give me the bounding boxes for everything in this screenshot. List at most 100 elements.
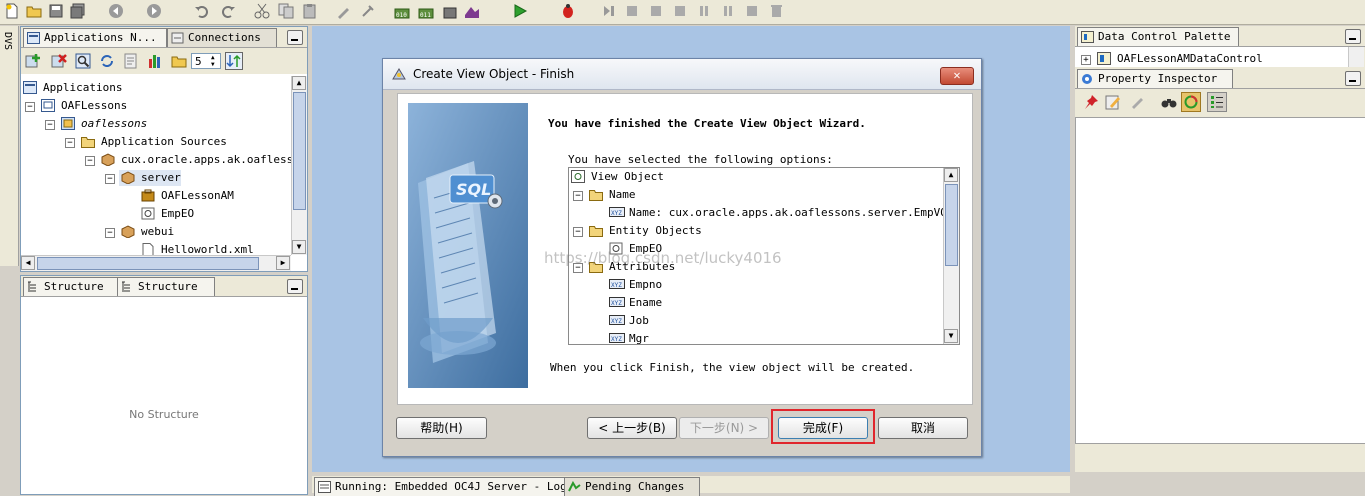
tree-node[interactable]: − cux.oracle.apps.ak.oaflesson — [85, 152, 291, 168]
collapse-icon[interactable]: − — [105, 228, 115, 238]
step-out-icon[interactable] — [672, 3, 688, 19]
tree-node[interactable]: − Application Sources — [65, 134, 285, 150]
collapse-icon[interactable]: − — [45, 120, 55, 130]
back-button[interactable]: < 上一步(B) — [587, 417, 677, 439]
tab-applications-navigator[interactable]: Applications N... — [23, 28, 167, 47]
tree-node[interactable]: − oaflessons — [45, 116, 285, 132]
clean-icon[interactable] — [442, 3, 458, 19]
scroll-down-icon[interactable]: ▼ — [944, 329, 958, 343]
step-over-icon[interactable] — [648, 3, 664, 19]
make-icon[interactable] — [464, 3, 480, 19]
paste-icon[interactable] — [302, 3, 318, 19]
tab-running-log[interactable]: Running: Embedded OC4J Server - Log — [314, 477, 568, 496]
xml-file-icon — [142, 243, 154, 255]
options-tree[interactable]: View Object − Name XYZ Name: cux.oracle.… — [568, 167, 960, 345]
sort-icon[interactable] — [225, 52, 243, 70]
tree-node[interactable]: − OAFLessons — [25, 98, 285, 114]
undo-icon[interactable] — [194, 3, 210, 19]
scroll-left-icon[interactable]: ◀ — [21, 256, 35, 270]
collapse-icon[interactable]: − — [573, 263, 583, 273]
navigator-horizontal-scrollbar[interactable]: ◀ ▶ — [21, 255, 291, 271]
forward-icon[interactable] — [146, 3, 162, 19]
pin-icon[interactable] — [1083, 94, 1099, 110]
help-button[interactable]: 帮助(H) — [396, 417, 487, 439]
pause-icon[interactable] — [720, 3, 736, 19]
palette-scrollbar[interactable] — [1348, 47, 1364, 67]
collapse-icon[interactable]: − — [573, 191, 583, 201]
redo-icon[interactable] — [220, 3, 236, 19]
delete-icon[interactable] — [51, 53, 67, 69]
collapse-icon[interactable]: − — [65, 138, 75, 148]
binoculars-icon[interactable] — [1161, 94, 1177, 110]
tree-node[interactable]: EmpEO — [141, 206, 281, 222]
terminate-icon[interactable] — [768, 3, 784, 19]
collapse-icon[interactable]: − — [85, 156, 95, 166]
scroll-thumb[interactable] — [37, 257, 259, 270]
tab-pending-changes[interactable]: Pending Changes — [564, 477, 700, 496]
minimize-button[interactable] — [1345, 71, 1361, 86]
tree-node[interactable]: OAFLessonAM — [141, 188, 281, 204]
debug-icon[interactable] — [560, 3, 576, 19]
scroll-right-icon[interactable]: ▶ — [276, 256, 290, 270]
brush-icon[interactable] — [336, 3, 352, 19]
scroll-thumb[interactable] — [945, 184, 958, 266]
categorized-toggle[interactable] — [1181, 92, 1201, 112]
new-file-icon[interactable] — [4, 3, 20, 19]
tab-structure-2[interactable]: Structure — [117, 277, 215, 296]
cancel-button[interactable]: 取消 — [878, 417, 968, 439]
tree-node[interactable]: − server — [105, 170, 285, 186]
scroll-up-icon[interactable]: ▲ — [292, 76, 306, 90]
stop-icon[interactable] — [744, 3, 760, 19]
tree-node-label: cux.oracle.apps.ak.oaflesson — [121, 153, 291, 166]
open-folder-icon[interactable] — [26, 3, 42, 19]
spinner-arrows-icon[interactable]: ▲ ▼ — [211, 54, 215, 68]
step-into-icon[interactable] — [624, 3, 640, 19]
minimize-button[interactable] — [287, 30, 303, 45]
tab-connections[interactable]: Connections — [167, 28, 277, 47]
scroll-thumb[interactable] — [293, 92, 306, 210]
run-icon[interactable] — [512, 3, 528, 19]
side-dock-strip[interactable]: DVS — [0, 26, 19, 266]
collapse-icon[interactable]: − — [25, 102, 35, 112]
tree-node[interactable]: Helloworld.xml — [141, 242, 281, 255]
expand-icon[interactable]: + — [1081, 55, 1091, 65]
tab-structure-1[interactable]: Structure — [23, 277, 119, 296]
edit-icon[interactable] — [1105, 94, 1121, 110]
profile-icon[interactable] — [602, 3, 618, 19]
spinner-value: 5 — [195, 55, 202, 68]
list-view-toggle[interactable] — [1207, 92, 1227, 112]
copy-icon[interactable] — [278, 3, 294, 19]
properties-icon[interactable] — [123, 53, 139, 69]
cut-icon[interactable] — [254, 3, 270, 19]
next-button[interactable]: 下一步(N) > — [679, 417, 769, 439]
resume-icon[interactable] — [696, 3, 712, 19]
scroll-up-icon[interactable]: ▲ — [944, 168, 958, 182]
collapse-icon[interactable]: − — [105, 174, 115, 184]
save-all-icon[interactable] — [70, 3, 86, 19]
tree-node-label: Mgr — [629, 332, 649, 345]
chart-icon[interactable] — [147, 53, 163, 69]
rebuild-icon[interactable]: 011 — [418, 3, 434, 19]
options-vertical-scrollbar[interactable]: ▲ ▼ — [943, 168, 959, 344]
save-icon[interactable] — [48, 3, 64, 19]
pencil-icon[interactable] — [1129, 94, 1145, 110]
folder-icon[interactable] — [171, 53, 187, 69]
collapse-icon[interactable]: − — [573, 227, 583, 237]
level-spinner[interactable]: 5 ▲ ▼ — [191, 53, 221, 69]
build-icon[interactable]: 010 — [394, 3, 410, 19]
tree-node[interactable]: − webui — [105, 224, 285, 240]
tab-label: Connections — [188, 31, 261, 44]
tab-data-control-palette[interactable]: Data Control Palette — [1077, 27, 1239, 46]
scroll-down-icon[interactable]: ▼ — [292, 240, 306, 254]
tab-property-inspector[interactable]: Property Inspector — [1077, 69, 1233, 88]
refresh-icon[interactable] — [99, 53, 115, 69]
minimize-button[interactable] — [1345, 29, 1361, 44]
find-icon[interactable] — [75, 53, 91, 69]
add-icon[interactable] — [25, 53, 41, 69]
tools-icon[interactable] — [360, 3, 376, 19]
finish-button[interactable]: 完成(F) — [778, 417, 868, 439]
close-button[interactable]: ✕ — [940, 67, 974, 85]
navigator-vertical-scrollbar[interactable]: ▲ ▼ — [291, 76, 307, 255]
back-icon[interactable] — [108, 3, 124, 19]
minimize-button[interactable] — [287, 279, 303, 294]
